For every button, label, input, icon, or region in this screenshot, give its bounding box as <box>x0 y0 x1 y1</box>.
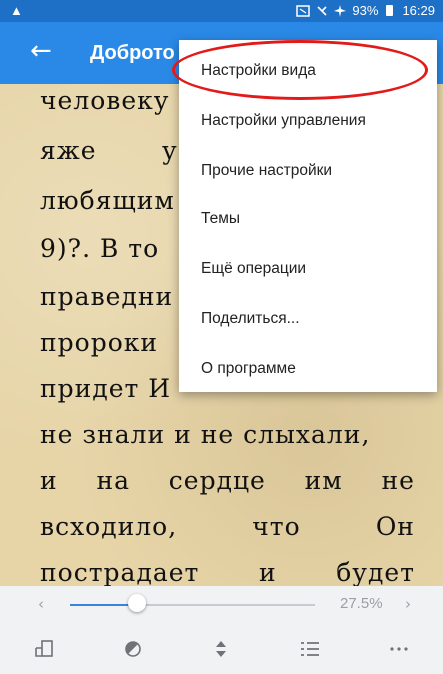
progress-bar-area: ‹ 27.5% › <box>0 586 443 624</box>
menu-item-other-settings[interactable]: Прочие настройки <box>201 162 332 180</box>
text-line: всходило, что Он <box>40 512 415 541</box>
nfc-icon <box>296 4 311 17</box>
progress-slider[interactable] <box>70 604 315 606</box>
bottom-toolbar <box>0 624 443 674</box>
menu-item-about[interactable]: О программе <box>201 360 296 378</box>
text-line: не знали и не слыхали, <box>40 420 371 449</box>
text-word: у <box>162 136 178 165</box>
text-word: всходило, <box>40 512 178 541</box>
page-flip-icon[interactable] <box>0 624 89 674</box>
warning-icon: ▲ <box>10 3 23 18</box>
clock: 16:29 <box>402 3 435 18</box>
text-line: и на сердце им не <box>40 466 415 495</box>
text-word: яже <box>40 136 97 165</box>
menu-item-control-settings[interactable]: Настройки управления <box>201 112 366 130</box>
text-word: и <box>258 558 277 586</box>
scroll-arrows-icon[interactable] <box>177 624 266 674</box>
back-arrow-icon[interactable]: ← <box>30 36 52 66</box>
status-bar: ▲ 93% 16:29 <box>0 0 443 22</box>
contrast-icon[interactable] <box>89 624 178 674</box>
text-word: что <box>252 512 301 541</box>
highlight-ellipse <box>172 40 428 100</box>
status-right: 93% 16:29 <box>296 3 435 18</box>
menu-item-more-operations[interactable]: Ещё операции <box>201 260 306 278</box>
menu-item-share[interactable]: Поделиться... <box>201 310 300 328</box>
text-word: им <box>304 466 343 495</box>
list-icon[interactable] <box>266 624 355 674</box>
menu-item-themes[interactable]: Темы <box>201 210 240 228</box>
text-word: пострадает <box>40 558 200 586</box>
text-word: Он <box>375 512 415 541</box>
progress-fill <box>70 604 137 606</box>
progress-percent: 27.5% <box>340 595 383 612</box>
mute-icon <box>317 5 327 16</box>
text-word: сердце <box>168 466 266 495</box>
prev-chapter-icon[interactable]: ‹ <box>38 595 44 613</box>
next-chapter-icon[interactable]: › <box>405 595 411 613</box>
slider-thumb[interactable] <box>128 594 146 612</box>
text-word: и <box>40 466 58 495</box>
more-icon[interactable] <box>354 624 443 674</box>
airplane-icon <box>334 4 347 17</box>
battery-percent: 93% <box>352 3 379 18</box>
text-line: пострадает и будет <box>40 558 415 586</box>
book-title: Доброто <box>90 42 175 64</box>
battery-icon <box>386 5 394 16</box>
text-word: не <box>381 466 415 495</box>
text-word: на <box>96 466 131 495</box>
text-word: будет <box>336 558 415 586</box>
